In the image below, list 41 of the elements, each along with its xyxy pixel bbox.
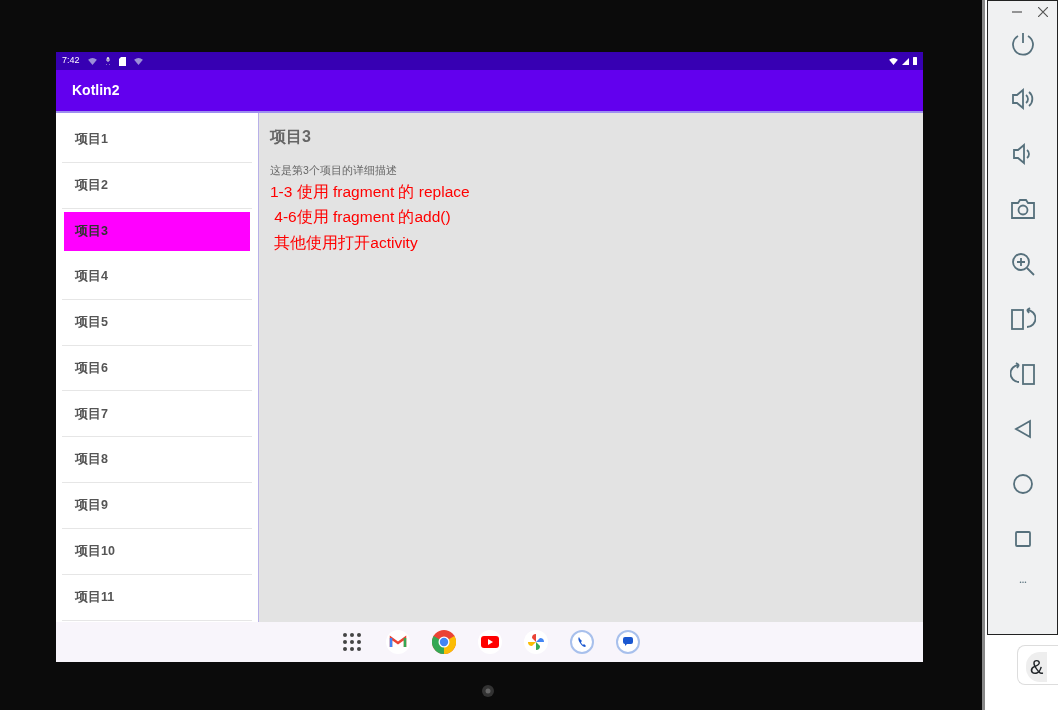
- list-item[interactable]: 项目7: [62, 391, 252, 438]
- list-item[interactable]: 项目6: [62, 345, 252, 392]
- mail-icon[interactable]: [385, 630, 410, 654]
- note-line: 1-3 使用 fragment 的 replace: [270, 181, 471, 202]
- status-time: 7:42: [62, 54, 80, 68]
- partial-text: &: [1026, 652, 1048, 682]
- wifi-icon: [889, 57, 898, 65]
- rotate-right-icon[interactable]: [1009, 306, 1036, 332]
- note-line: 4-6使用 fragment 的add(): [273, 207, 452, 228]
- list-item[interactable]: 项目10: [62, 529, 252, 575]
- list-item[interactable]: 项目8: [62, 437, 252, 484]
- detail-description: 这是第3个项目的详细描述: [270, 163, 398, 178]
- pinwheel-icon[interactable]: [523, 630, 548, 654]
- wifi-icon: [87, 57, 97, 65]
- detail-title: 项目3: [270, 127, 312, 147]
- signal-icon: [902, 57, 909, 65]
- app-title: Kotlin2: [72, 81, 120, 100]
- list-item[interactable]: 项目11: [62, 575, 252, 621]
- volume-up-icon[interactable]: [1009, 86, 1036, 112]
- power-icon[interactable]: [1009, 31, 1036, 57]
- list-item[interactable]: 项目3: [64, 211, 250, 251]
- wifi-icon: [133, 57, 143, 65]
- camera-icon[interactable]: [1009, 196, 1036, 222]
- video-play-icon[interactable]: [477, 630, 502, 654]
- phone-icon[interactable]: [569, 630, 594, 654]
- sd-card-icon: [118, 56, 126, 66]
- list-item[interactable]: 项目1: [62, 117, 252, 163]
- message-icon[interactable]: [615, 630, 640, 654]
- zoom-in-icon[interactable]: [1009, 251, 1036, 277]
- list-item[interactable]: 项目2: [62, 162, 252, 209]
- accessibility-icon: [104, 57, 111, 65]
- list-item[interactable]: 项目9: [62, 483, 252, 530]
- rotate-left-icon[interactable]: [1009, 361, 1036, 387]
- close-icon[interactable]: [1037, 7, 1048, 17]
- browser-icon[interactable]: [431, 630, 456, 654]
- list-item[interactable]: 项目4: [62, 253, 252, 300]
- battery-icon: [913, 57, 917, 65]
- camera-dot-icon: [482, 685, 494, 697]
- note-line: 其他使用打开activity: [273, 232, 419, 253]
- minimize-icon[interactable]: [1011, 11, 1022, 13]
- list-item[interactable]: 项目5: [62, 299, 252, 346]
